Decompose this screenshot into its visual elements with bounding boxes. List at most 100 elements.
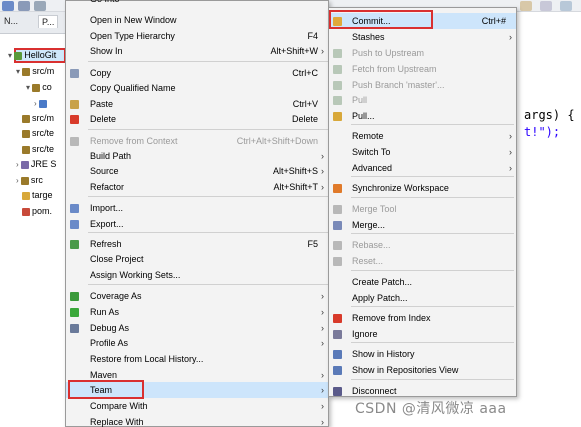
- menu-item-debug-as[interactable]: Debug As ›: [66, 320, 328, 336]
- tab-navigator[interactable]: N...: [4, 16, 18, 26]
- code-editor[interactable]: args) { t!");: [517, 12, 581, 427]
- tree-item[interactable]: ›: [34, 96, 49, 111]
- new-icon[interactable]: [2, 1, 14, 11]
- menu-item-open-type-hierarchy[interactable]: Open Type Hierarchy F4: [66, 28, 328, 44]
- menu-item-label: Restore from Local History...: [90, 354, 204, 364]
- menu-item-source[interactable]: Source Alt+Shift+S ›: [66, 163, 328, 179]
- shortcut-label: Ctrl+C: [292, 68, 318, 78]
- menu-item-remote[interactable]: Remote ›: [329, 128, 516, 144]
- submenu-arrow-icon: ›: [321, 338, 324, 348]
- delete-icon: [70, 115, 79, 124]
- team-highlight-box: [68, 380, 144, 399]
- menu-item-ignore[interactable]: Ignore: [329, 326, 516, 342]
- menu-item-show-in-repositories-view[interactable]: Show in Repositories View: [329, 362, 516, 378]
- pull-icon: [333, 112, 342, 121]
- menu-item-pull[interactable]: Pull: [329, 92, 516, 108]
- menu-item-push-branch-master[interactable]: Push Branch 'master'...: [329, 77, 516, 93]
- tree-item[interactable]: › src: [16, 173, 43, 188]
- menu-item-import[interactable]: Import...: [66, 200, 328, 216]
- tree-item[interactable]: targe: [22, 188, 53, 203]
- tree-item[interactable]: src/te: [22, 142, 54, 157]
- menu-item-merge-tool[interactable]: Merge Tool: [329, 201, 516, 217]
- menu-item-synchronize-workspace[interactable]: Synchronize Workspace: [329, 180, 516, 196]
- menu-item-rebase[interactable]: Rebase...: [329, 237, 516, 253]
- print-icon[interactable]: [34, 1, 46, 11]
- tab-package-explorer[interactable]: P...: [38, 15, 59, 28]
- back-icon[interactable]: [560, 1, 572, 11]
- tree-item[interactable]: pom.: [22, 204, 52, 219]
- menu-separator: [88, 232, 328, 233]
- menu-item-remove-from-index[interactable]: Remove from Index: [329, 310, 516, 326]
- menu-item-stashes[interactable]: Stashes ›: [329, 29, 516, 45]
- menu-item-refactor[interactable]: Refactor Alt+Shift+T ›: [66, 179, 328, 195]
- explorer-tabbar: N... P...: [0, 12, 66, 34]
- shortcut-label: Alt+Shift+S: [272, 166, 318, 176]
- menu-item-restore-from-local-history[interactable]: Restore from Local History...: [66, 351, 328, 367]
- menu-item-build-path[interactable]: Build Path ›: [66, 148, 328, 164]
- menu-item-copy[interactable]: Copy Ctrl+C: [66, 65, 328, 81]
- tree-item[interactable]: src/te: [22, 126, 54, 141]
- menu-item-label: Rebase...: [352, 240, 391, 250]
- menu-item-merge[interactable]: Merge...: [329, 217, 516, 233]
- submenu-arrow-icon: ›: [509, 32, 512, 42]
- menu-item-label: Refresh: [90, 239, 122, 249]
- menu-item-disconnect[interactable]: Disconnect: [329, 383, 516, 399]
- menu-item-replace-with[interactable]: Replace With ›: [66, 414, 328, 427]
- menu-item-fetch-from-upstream[interactable]: Fetch from Upstream: [329, 61, 516, 77]
- menu-item-show-in-history[interactable]: Show in History: [329, 346, 516, 362]
- menu-item-open-in-new-window[interactable]: Open in New Window: [66, 12, 328, 28]
- save-icon[interactable]: [18, 1, 30, 11]
- tree-item[interactable]: src/m: [22, 111, 54, 126]
- menu-item-push-to-upstream[interactable]: Push to Upstream: [329, 45, 516, 61]
- menu-separator: [351, 342, 514, 343]
- tree-item[interactable]: ▾ src/m: [16, 64, 54, 79]
- menu-item-pull[interactable]: Pull...: [329, 108, 516, 124]
- menu-item-profile-as[interactable]: Profile As ›: [66, 335, 328, 351]
- shortcut-label: F4: [307, 31, 318, 41]
- menu-item-show-in[interactable]: Show In Alt+Shift+W ›: [66, 43, 328, 59]
- menu-item-close-project[interactable]: Close Project: [66, 251, 328, 267]
- menu-item-export[interactable]: Export...: [66, 216, 328, 232]
- reset-icon: [333, 257, 342, 266]
- menu-item-switch-to[interactable]: Switch To ›: [329, 144, 516, 160]
- menu-item-label: Disconnect: [352, 386, 397, 396]
- menu-item-go-into[interactable]: Go Into: [66, 0, 328, 7]
- tree-item[interactable]: ▾ co: [26, 80, 52, 95]
- folder-icon: [20, 160, 29, 169]
- watermark: CSDN @清风微凉 aaa: [355, 401, 507, 417]
- menu-item-compare-with[interactable]: Compare With ›: [66, 398, 328, 414]
- menu-item-apply-patch[interactable]: Apply Patch...: [329, 290, 516, 306]
- menu-item-advanced[interactable]: Advanced ›: [329, 160, 516, 176]
- menu-item-run-as[interactable]: Run As ›: [66, 304, 328, 320]
- menu-item-copy-qualified-name[interactable]: Copy Qualified Name: [66, 80, 328, 96]
- menu-item-label: Create Patch...: [352, 277, 413, 287]
- run-icon[interactable]: [520, 1, 532, 11]
- menu-item-coverage-as[interactable]: Coverage As ›: [66, 288, 328, 304]
- menu-item-delete[interactable]: Delete Delete: [66, 111, 328, 127]
- tree-item[interactable]: › JRE S: [16, 157, 56, 172]
- menu-separator: [88, 196, 328, 197]
- tree-item[interactable]: ▾ HelloGit: [8, 48, 56, 63]
- copy-icon: [70, 69, 79, 78]
- menu-separator: [88, 61, 328, 62]
- menu-item-assign-working-sets[interactable]: Assign Working Sets...: [66, 267, 328, 283]
- menu-item-label: Assign Working Sets...: [90, 270, 181, 280]
- menu-item-label: Push to Upstream: [352, 48, 425, 58]
- remove-from-context-icon: [70, 137, 79, 146]
- debug-as-icon: [70, 324, 79, 333]
- menu-item-label: Pull: [352, 95, 368, 105]
- refresh-icon: [70, 240, 79, 249]
- menu-item-create-patch[interactable]: Create Patch...: [329, 274, 516, 290]
- menu-item-label: Reset...: [352, 256, 384, 266]
- shortcut-label: Ctrl+#: [481, 16, 506, 26]
- context-menu: Go Into Open in New Window Open Type Hiera…: [65, 0, 329, 427]
- menu-item-reset[interactable]: Reset...: [329, 253, 516, 269]
- menu-item-remove-from-context[interactable]: Remove from Context Ctrl+Alt+Shift+Down: [66, 133, 328, 149]
- submenu-arrow-icon: ›: [321, 151, 324, 161]
- menu-item-refresh[interactable]: Refresh F5: [66, 236, 328, 252]
- menu-item-paste[interactable]: Paste Ctrl+V: [66, 96, 328, 112]
- menu-item-label: Coverage As: [90, 291, 142, 301]
- shortcut-label: F5: [307, 239, 318, 249]
- menu-separator: [351, 197, 514, 198]
- navigate-icon[interactable]: [540, 1, 552, 11]
